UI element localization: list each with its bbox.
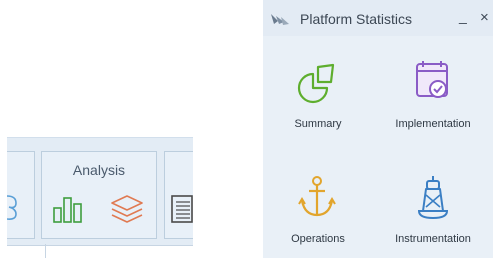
document-icon[interactable] (170, 194, 194, 224)
platform-statistics-panel: Platform Statistics _ × Summary Implemen… (263, 0, 493, 258)
ribbon-group-next (164, 151, 193, 239)
bar-chart-icon[interactable] (52, 194, 84, 224)
pie-chart-icon (297, 63, 335, 104)
buoy-icon (417, 176, 449, 220)
anchor-icon (298, 176, 336, 217)
tile-label-implementation: Implementation (395, 118, 471, 130)
tile-operations[interactable]: Operations (263, 175, 373, 258)
tile-instrumentation[interactable]: Instrumentation (378, 175, 488, 258)
tile-implementation[interactable]: Implementation (378, 60, 488, 150)
minimize-button[interactable]: _ (459, 8, 467, 24)
ribbon-group-previous (7, 151, 35, 239)
layers-icon[interactable] (108, 193, 146, 225)
ribbon-group-analysis: Analysis (41, 151, 157, 239)
link-icon[interactable] (7, 192, 17, 222)
calendar-check-icon (416, 61, 448, 98)
divider (45, 244, 46, 258)
panel-title: Platform Statistics (300, 11, 413, 27)
tile-label-operations: Operations (291, 233, 345, 245)
analysis-group-title: Analysis (72, 162, 126, 178)
close-button[interactable]: × (480, 9, 489, 26)
tile-label-instrumentation: Instrumentation (395, 233, 471, 245)
ribbon-fragment: Analysis (7, 137, 193, 258)
tile-summary[interactable]: Summary (263, 60, 373, 150)
tile-label-summary: Summary (294, 118, 342, 130)
app-logo-icon (271, 14, 289, 25)
panel-header[interactable]: Platform Statistics _ × (263, 0, 493, 36)
